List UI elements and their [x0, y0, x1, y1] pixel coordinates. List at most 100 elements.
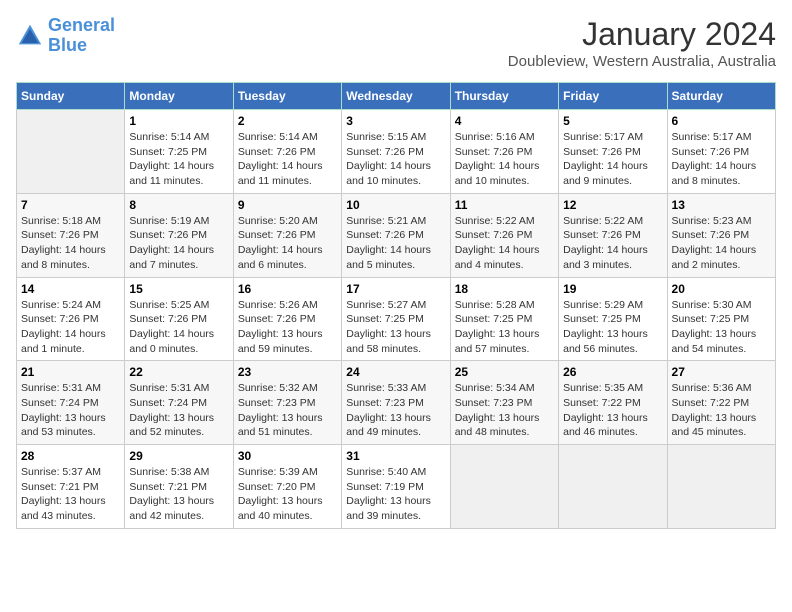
day-info: Sunrise: 5:31 AM Sunset: 7:24 PM Dayligh…: [21, 381, 120, 440]
calendar-cell: 23 Sunrise: 5:32 AM Sunset: 7:23 PM Dayli…: [233, 361, 341, 445]
day-info: Sunrise: 5:33 AM Sunset: 7:23 PM Dayligh…: [346, 381, 445, 440]
day-number: 14: [21, 282, 120, 296]
calendar-cell: 5Sunrise: 5:17 AM Sunset: 7:26 PM Daylig…: [559, 110, 667, 194]
calendar-cell: 29 Sunrise: 5:38 AM Sunset: 7:21 PM Dayli…: [125, 445, 233, 529]
day-number: 17: [346, 282, 445, 296]
day-number: 20: [672, 282, 771, 296]
day-info: Sunrise: 5:40 AM Sunset: 7:19 PM Dayligh…: [346, 465, 445, 524]
month-title: January 2024: [508, 16, 776, 53]
day-number: 8: [129, 198, 228, 212]
day-number: 9: [238, 198, 337, 212]
day-number: 26: [563, 365, 662, 379]
calendar-cell: 20Sunrise: 5:30 AM Sunset: 7:25 PM Dayli…: [667, 277, 775, 361]
day-info: Sunrise: 5:35 AM Sunset: 7:22 PM Dayligh…: [563, 381, 662, 440]
week-row-1: 1 Sunrise: 5:14 AM Sunset: 7:25 PM Daylig…: [17, 110, 776, 194]
calendar-cell: 15 Sunrise: 5:25 AM Sunset: 7:26 PM Dayli…: [125, 277, 233, 361]
header-cell-saturday: Saturday: [667, 83, 775, 110]
calendar-cell: 3Sunrise: 5:15 AM Sunset: 7:26 PM Daylig…: [342, 110, 450, 194]
day-info: Sunrise: 5:28 AM Sunset: 7:25 PM Dayligh…: [455, 298, 554, 357]
day-number: 22: [129, 365, 228, 379]
day-info: Sunrise: 5:22 AM Sunset: 7:26 PM Dayligh…: [455, 214, 554, 273]
calendar-cell: 7 Sunrise: 5:18 AM Sunset: 7:26 PM Daylig…: [17, 193, 125, 277]
day-info: Sunrise: 5:17 AM Sunset: 7:26 PM Dayligh…: [563, 130, 662, 189]
day-number: 29: [129, 449, 228, 463]
day-number: 18: [455, 282, 554, 296]
day-number: 2: [238, 114, 337, 128]
day-info: Sunrise: 5:18 AM Sunset: 7:26 PM Dayligh…: [21, 214, 120, 273]
location-subtitle: Doubleview, Western Australia, Australia: [508, 53, 776, 70]
calendar-cell: [17, 110, 125, 194]
day-number: 16: [238, 282, 337, 296]
calendar-cell: 28Sunrise: 5:37 AM Sunset: 7:21 PM Dayli…: [17, 445, 125, 529]
day-info: Sunrise: 5:26 AM Sunset: 7:26 PM Dayligh…: [238, 298, 337, 357]
day-number: 24: [346, 365, 445, 379]
day-info: Sunrise: 5:14 AM Sunset: 7:26 PM Dayligh…: [238, 130, 337, 189]
calendar-cell: 1 Sunrise: 5:14 AM Sunset: 7:25 PM Daylig…: [125, 110, 233, 194]
day-number: 13: [672, 198, 771, 212]
day-info: Sunrise: 5:22 AM Sunset: 7:26 PM Dayligh…: [563, 214, 662, 273]
header-cell-sunday: Sunday: [17, 83, 125, 110]
calendar-cell: 31 Sunrise: 5:40 AM Sunset: 7:19 PM Dayli…: [342, 445, 450, 529]
calendar-cell: 25 Sunrise: 5:34 AM Sunset: 7:23 PM Dayli…: [450, 361, 558, 445]
calendar-cell: 14 Sunrise: 5:24 AM Sunset: 7:26 PM Dayli…: [17, 277, 125, 361]
day-info: Sunrise: 5:24 AM Sunset: 7:26 PM Dayligh…: [21, 298, 120, 357]
day-number: 3: [346, 114, 445, 128]
week-row-3: 14 Sunrise: 5:24 AM Sunset: 7:26 PM Dayli…: [17, 277, 776, 361]
header-cell-tuesday: Tuesday: [233, 83, 341, 110]
day-number: 19: [563, 282, 662, 296]
calendar-cell: 19 Sunrise: 5:29 AM Sunset: 7:25 PM Dayli…: [559, 277, 667, 361]
week-row-4: 21 Sunrise: 5:31 AM Sunset: 7:24 PM Dayli…: [17, 361, 776, 445]
calendar-cell: 21 Sunrise: 5:31 AM Sunset: 7:24 PM Dayli…: [17, 361, 125, 445]
calendar-cell: 8Sunrise: 5:19 AM Sunset: 7:26 PM Daylig…: [125, 193, 233, 277]
week-row-5: 28Sunrise: 5:37 AM Sunset: 7:21 PM Dayli…: [17, 445, 776, 529]
calendar-cell: 9 Sunrise: 5:20 AM Sunset: 7:26 PM Daylig…: [233, 193, 341, 277]
header-cell-friday: Friday: [559, 83, 667, 110]
calendar-cell: [450, 445, 558, 529]
day-number: 31: [346, 449, 445, 463]
header-row: SundayMondayTuesdayWednesdayThursdayFrid…: [17, 83, 776, 110]
day-number: 25: [455, 365, 554, 379]
day-number: 1: [129, 114, 228, 128]
calendar-cell: 11Sunrise: 5:22 AM Sunset: 7:26 PM Dayli…: [450, 193, 558, 277]
day-info: Sunrise: 5:20 AM Sunset: 7:26 PM Dayligh…: [238, 214, 337, 273]
calendar-cell: [667, 445, 775, 529]
day-info: Sunrise: 5:17 AM Sunset: 7:26 PM Dayligh…: [672, 130, 771, 189]
calendar-cell: 2 Sunrise: 5:14 AM Sunset: 7:26 PM Daylig…: [233, 110, 341, 194]
day-info: Sunrise: 5:31 AM Sunset: 7:24 PM Dayligh…: [129, 381, 228, 440]
day-info: Sunrise: 5:16 AM Sunset: 7:26 PM Dayligh…: [455, 130, 554, 189]
calendar-cell: 18 Sunrise: 5:28 AM Sunset: 7:25 PM Dayli…: [450, 277, 558, 361]
week-row-2: 7 Sunrise: 5:18 AM Sunset: 7:26 PM Daylig…: [17, 193, 776, 277]
day-info: Sunrise: 5:14 AM Sunset: 7:25 PM Dayligh…: [129, 130, 228, 189]
day-number: 23: [238, 365, 337, 379]
day-info: Sunrise: 5:37 AM Sunset: 7:21 PM Dayligh…: [21, 465, 120, 524]
logo-icon: [16, 22, 44, 50]
day-number: 7: [21, 198, 120, 212]
calendar-cell: 16 Sunrise: 5:26 AM Sunset: 7:26 PM Dayli…: [233, 277, 341, 361]
page-header: General Blue January 2024 Doubleview, We…: [16, 16, 776, 70]
day-info: Sunrise: 5:34 AM Sunset: 7:23 PM Dayligh…: [455, 381, 554, 440]
header-cell-monday: Monday: [125, 83, 233, 110]
logo-text: General Blue: [48, 16, 115, 56]
logo-line1: General: [48, 15, 115, 35]
calendar-cell: 26 Sunrise: 5:35 AM Sunset: 7:22 PM Dayli…: [559, 361, 667, 445]
calendar-cell: 17Sunrise: 5:27 AM Sunset: 7:25 PM Dayli…: [342, 277, 450, 361]
day-number: 12: [563, 198, 662, 212]
day-info: Sunrise: 5:36 AM Sunset: 7:22 PM Dayligh…: [672, 381, 771, 440]
logo: General Blue: [16, 16, 115, 56]
day-info: Sunrise: 5:29 AM Sunset: 7:25 PM Dayligh…: [563, 298, 662, 357]
day-number: 15: [129, 282, 228, 296]
calendar-cell: 12 Sunrise: 5:22 AM Sunset: 7:26 PM Dayli…: [559, 193, 667, 277]
day-info: Sunrise: 5:38 AM Sunset: 7:21 PM Dayligh…: [129, 465, 228, 524]
calendar-cell: 4Sunrise: 5:16 AM Sunset: 7:26 PM Daylig…: [450, 110, 558, 194]
day-number: 21: [21, 365, 120, 379]
header-cell-wednesday: Wednesday: [342, 83, 450, 110]
day-info: Sunrise: 5:39 AM Sunset: 7:20 PM Dayligh…: [238, 465, 337, 524]
day-info: Sunrise: 5:25 AM Sunset: 7:26 PM Dayligh…: [129, 298, 228, 357]
calendar-cell: [559, 445, 667, 529]
calendar-cell: 6Sunrise: 5:17 AM Sunset: 7:26 PM Daylig…: [667, 110, 775, 194]
calendar-cell: 10Sunrise: 5:21 AM Sunset: 7:26 PM Dayli…: [342, 193, 450, 277]
day-number: 10: [346, 198, 445, 212]
calendar-cell: 30 Sunrise: 5:39 AM Sunset: 7:20 PM Dayli…: [233, 445, 341, 529]
day-info: Sunrise: 5:32 AM Sunset: 7:23 PM Dayligh…: [238, 381, 337, 440]
day-number: 30: [238, 449, 337, 463]
